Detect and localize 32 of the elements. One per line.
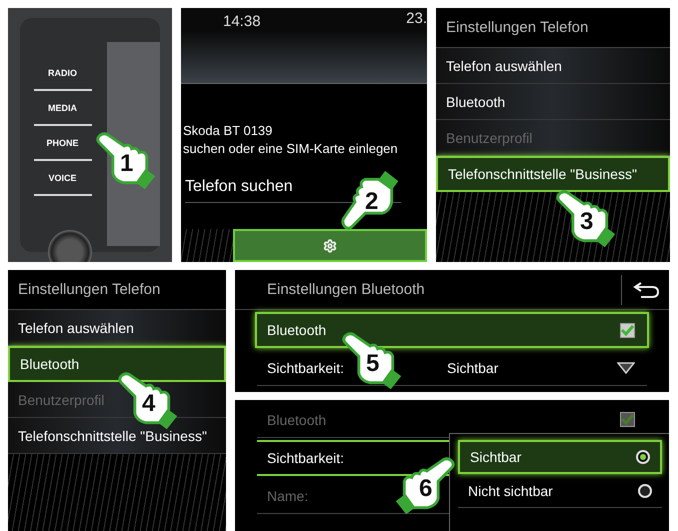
floor-pattern bbox=[181, 229, 233, 262]
message: Skoda BT 0139 suchen oder eine SIM-Karte einlegen bbox=[182, 122, 399, 158]
checkbox[interactable] bbox=[620, 322, 635, 338]
back-arrow-icon bbox=[632, 282, 658, 298]
hardware-button[interactable]: RADIO bbox=[34, 56, 92, 91]
step-number: 4 bbox=[142, 390, 156, 418]
knob[interactable] bbox=[48, 230, 92, 262]
menu-item[interactable]: Bluetooth bbox=[8, 346, 226, 382]
radio-button[interactable] bbox=[636, 450, 650, 464]
hardware-button[interactable]: MEDIA bbox=[34, 91, 92, 126]
step-number: 1 bbox=[120, 150, 134, 178]
menu-item[interactable]: Telefon auswählen bbox=[8, 310, 226, 346]
triangle-down-icon[interactable] bbox=[617, 362, 635, 374]
step-number: 3 bbox=[580, 208, 594, 236]
menu-item[interactable]: Telefon auswählen bbox=[436, 48, 670, 84]
popup-option[interactable]: Sichtbar bbox=[458, 440, 662, 474]
menu-item[interactable]: Telefonschnittstelle "Business" bbox=[436, 156, 670, 192]
settings-button[interactable] bbox=[233, 229, 427, 262]
row-value: Sichtbar bbox=[447, 360, 500, 376]
menu-item[interactable]: Bluetooth bbox=[436, 84, 670, 120]
radio-button[interactable] bbox=[638, 484, 652, 498]
settings-row[interactable]: Bluetooth bbox=[255, 312, 649, 348]
settings-icon bbox=[323, 238, 337, 252]
clock: 14:38 bbox=[223, 13, 261, 30]
popup-option[interactable]: Nicht sichtbar bbox=[458, 474, 662, 508]
screen-title: Einstellungen Bluetooth bbox=[266, 281, 426, 298]
step-number: 5 bbox=[366, 350, 380, 378]
step-number: 6 bbox=[419, 475, 432, 503]
hardware-button[interactable]: VOICE bbox=[34, 161, 92, 196]
date: 23. bbox=[406, 10, 427, 27]
hardware-button[interactable]: PHONE bbox=[34, 126, 92, 161]
menu-item[interactable]: Telefonschnittstelle "Business" bbox=[8, 418, 226, 454]
